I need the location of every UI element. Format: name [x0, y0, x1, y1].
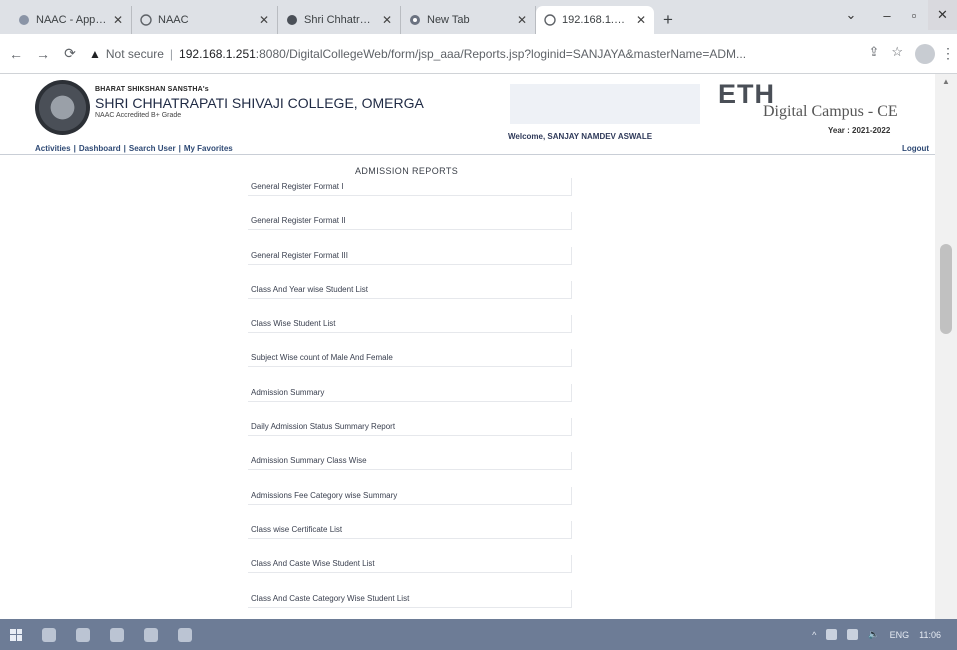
tab-label: New Tab	[427, 14, 470, 26]
report-link[interactable]: Class Wise Student List	[248, 315, 572, 334]
browser-tab-strip: NAAC - Apply C... ✕ NAAC ✕ Shri Chhatrap…	[0, 0, 957, 34]
scroll-up-icon[interactable]: ▲	[935, 74, 957, 88]
nav-my-favorites[interactable]: My Favorites	[184, 144, 233, 153]
report-link[interactable]: General Register Format II	[248, 212, 572, 231]
browser-menu-icon[interactable]: ⋮	[941, 45, 955, 62]
network-icon[interactable]	[826, 629, 838, 640]
profile-avatar-icon[interactable]	[915, 43, 935, 64]
screen: NAAC - Apply C... ✕ NAAC ✕ Shri Chhatrap…	[0, 0, 957, 650]
header-banner	[510, 84, 700, 124]
browser-tab-naac[interactable]: NAAC ✕	[132, 6, 278, 34]
tab-close-icon[interactable]: ✕	[107, 13, 123, 27]
naac-favicon-icon	[18, 14, 30, 26]
scrollbar-thumb[interactable]	[940, 244, 952, 334]
address-actions: ⇪ ☆	[868, 43, 941, 64]
clock[interactable]: 11:06	[919, 630, 941, 640]
star-icon[interactable]: ☆	[891, 44, 903, 64]
tab-close-icon[interactable]: ✕	[376, 13, 392, 27]
tab-label: Shri Chhatrapati	[304, 14, 376, 26]
nav-search-user[interactable]: Search User	[129, 144, 176, 153]
tab-label: NAAC - Apply C...	[36, 14, 107, 26]
browser-tab-shri-chhatrapati[interactable]: Shri Chhatrapati ✕	[278, 6, 401, 34]
report-link[interactable]: Admission Summary	[248, 383, 572, 402]
new-tab-button[interactable]: +	[654, 6, 682, 34]
nav-separator: |	[123, 143, 126, 153]
browser-tab-active[interactable]: 192.168.1.251:80 ✕	[536, 6, 654, 34]
organization-name: BHARAT SHIKSHAN SANSTHA's	[95, 86, 209, 93]
file-explorer-icon[interactable]	[66, 619, 100, 650]
tab-close-icon[interactable]: ✕	[511, 13, 527, 27]
report-link[interactable]: Admissions Fee Category wise Summary	[248, 486, 572, 505]
header-divider	[0, 154, 935, 155]
top-nav: Activities | Dashboard | Search User | My Favo…	[0, 142, 935, 154]
warning-icon: ▲	[89, 46, 101, 61]
windows-taskbar: ^ 🔈 ENG 11:06	[0, 619, 957, 650]
page-scrollbar[interactable]: ▲	[935, 74, 957, 619]
browser-toolbar: ← → ⟳ ▲ Not secure | 192.168.1.251 :8080…	[0, 34, 957, 74]
academic-year: Year : 2021-2022	[828, 126, 891, 135]
report-link[interactable]: Class And Year wise Student List	[248, 280, 572, 299]
report-link[interactable]: Subject Wise count of Male And Female	[248, 349, 572, 368]
reports-title: ADMISSION REPORTS	[355, 166, 459, 176]
globe-icon	[140, 14, 152, 26]
report-link[interactable]: Admission Summary Class Wise	[248, 452, 572, 471]
tab-close-icon[interactable]: ✕	[253, 13, 269, 27]
nav-links: Activities | Dashboard | Search User | My Favo…	[35, 144, 233, 153]
browser-tab-new-tab[interactable]: New Tab ✕	[401, 6, 536, 34]
url-host: 192.168.1.251	[179, 46, 256, 61]
forward-arrow-icon[interactable]: →	[32, 43, 54, 65]
share-icon[interactable]: ⇪	[868, 44, 879, 64]
search-icon[interactable]	[32, 619, 66, 650]
app-icon[interactable]	[168, 619, 202, 650]
nav-separator: |	[73, 143, 76, 153]
volume-icon[interactable]: 🔈	[868, 629, 879, 640]
web-page: BHARAT SHIKSHAN SANSTHA's SHRI CHHATRAPA…	[0, 74, 957, 619]
battery-icon[interactable]	[847, 629, 859, 640]
site-header: BHARAT SHIKSHAN SANSTHA's SHRI CHHATRAPA…	[0, 74, 935, 152]
report-link[interactable]: Class And Caste Wise Student List	[248, 555, 572, 574]
address-bar[interactable]: ▲ Not secure | 192.168.1.251 :8080/Digit…	[89, 41, 941, 67]
logout-link[interactable]: Logout	[902, 144, 929, 153]
tab-label: 192.168.1.251:80	[562, 14, 630, 26]
college-logo-icon	[35, 80, 90, 135]
chrome-icon	[409, 14, 421, 26]
language-indicator[interactable]: ENG	[890, 630, 910, 640]
tab-search-chevron-icon[interactable]: ⌄	[836, 0, 866, 30]
college-name: SHRI CHHATRAPATI SHIVAJI COLLEGE, OMERGA	[95, 95, 424, 111]
report-link[interactable]: Class wise Certificate List	[248, 520, 572, 539]
chrome-taskbar-icon[interactable]	[100, 619, 134, 650]
close-window-icon[interactable]: ✕	[928, 0, 957, 30]
site-favicon-icon	[286, 14, 298, 26]
report-link[interactable]: Class And Caste Category Wise Student Li…	[248, 589, 572, 608]
system-tray: ^ 🔈 ENG 11:06	[812, 629, 957, 640]
address-separator: |	[169, 46, 174, 61]
minimize-icon[interactable]: –	[874, 0, 900, 30]
nav-activities[interactable]: Activities	[35, 144, 71, 153]
browser-tab-naac-apply[interactable]: NAAC - Apply C... ✕	[10, 6, 132, 34]
back-arrow-icon[interactable]: ←	[5, 43, 27, 65]
nav-dashboard[interactable]: Dashboard	[79, 144, 121, 153]
security-label: Not secure	[105, 46, 164, 61]
report-link[interactable]: Daily Admission Status Summary Report	[248, 418, 572, 437]
accreditation-grade: NAAC Accredited B+ Grade	[95, 112, 182, 119]
reload-icon[interactable]: ⟳	[59, 43, 81, 65]
word-icon[interactable]	[134, 619, 168, 650]
tray-chevron-icon[interactable]: ^	[812, 630, 816, 640]
globe-icon	[544, 14, 556, 26]
tab-label: NAAC	[158, 14, 189, 26]
nav-separator: |	[178, 143, 181, 153]
report-link[interactable]: General Register Format III	[248, 246, 572, 265]
report-link[interactable]: General Register Format I	[248, 178, 572, 196]
welcome-text: Welcome, SANJAY NAMDEV ASWALE	[508, 132, 653, 141]
windows-start-icon[interactable]	[0, 619, 32, 650]
report-list: General Register Format I General Regist…	[248, 178, 572, 619]
product-name: Digital Campus - CE	[763, 103, 898, 120]
url-path: :8080/DigitalCollegeWeb/form/jsp_aaa/Rep…	[255, 46, 747, 61]
tab-close-icon[interactable]: ✕	[630, 13, 646, 27]
maximize-icon[interactable]: ▫	[903, 0, 925, 30]
